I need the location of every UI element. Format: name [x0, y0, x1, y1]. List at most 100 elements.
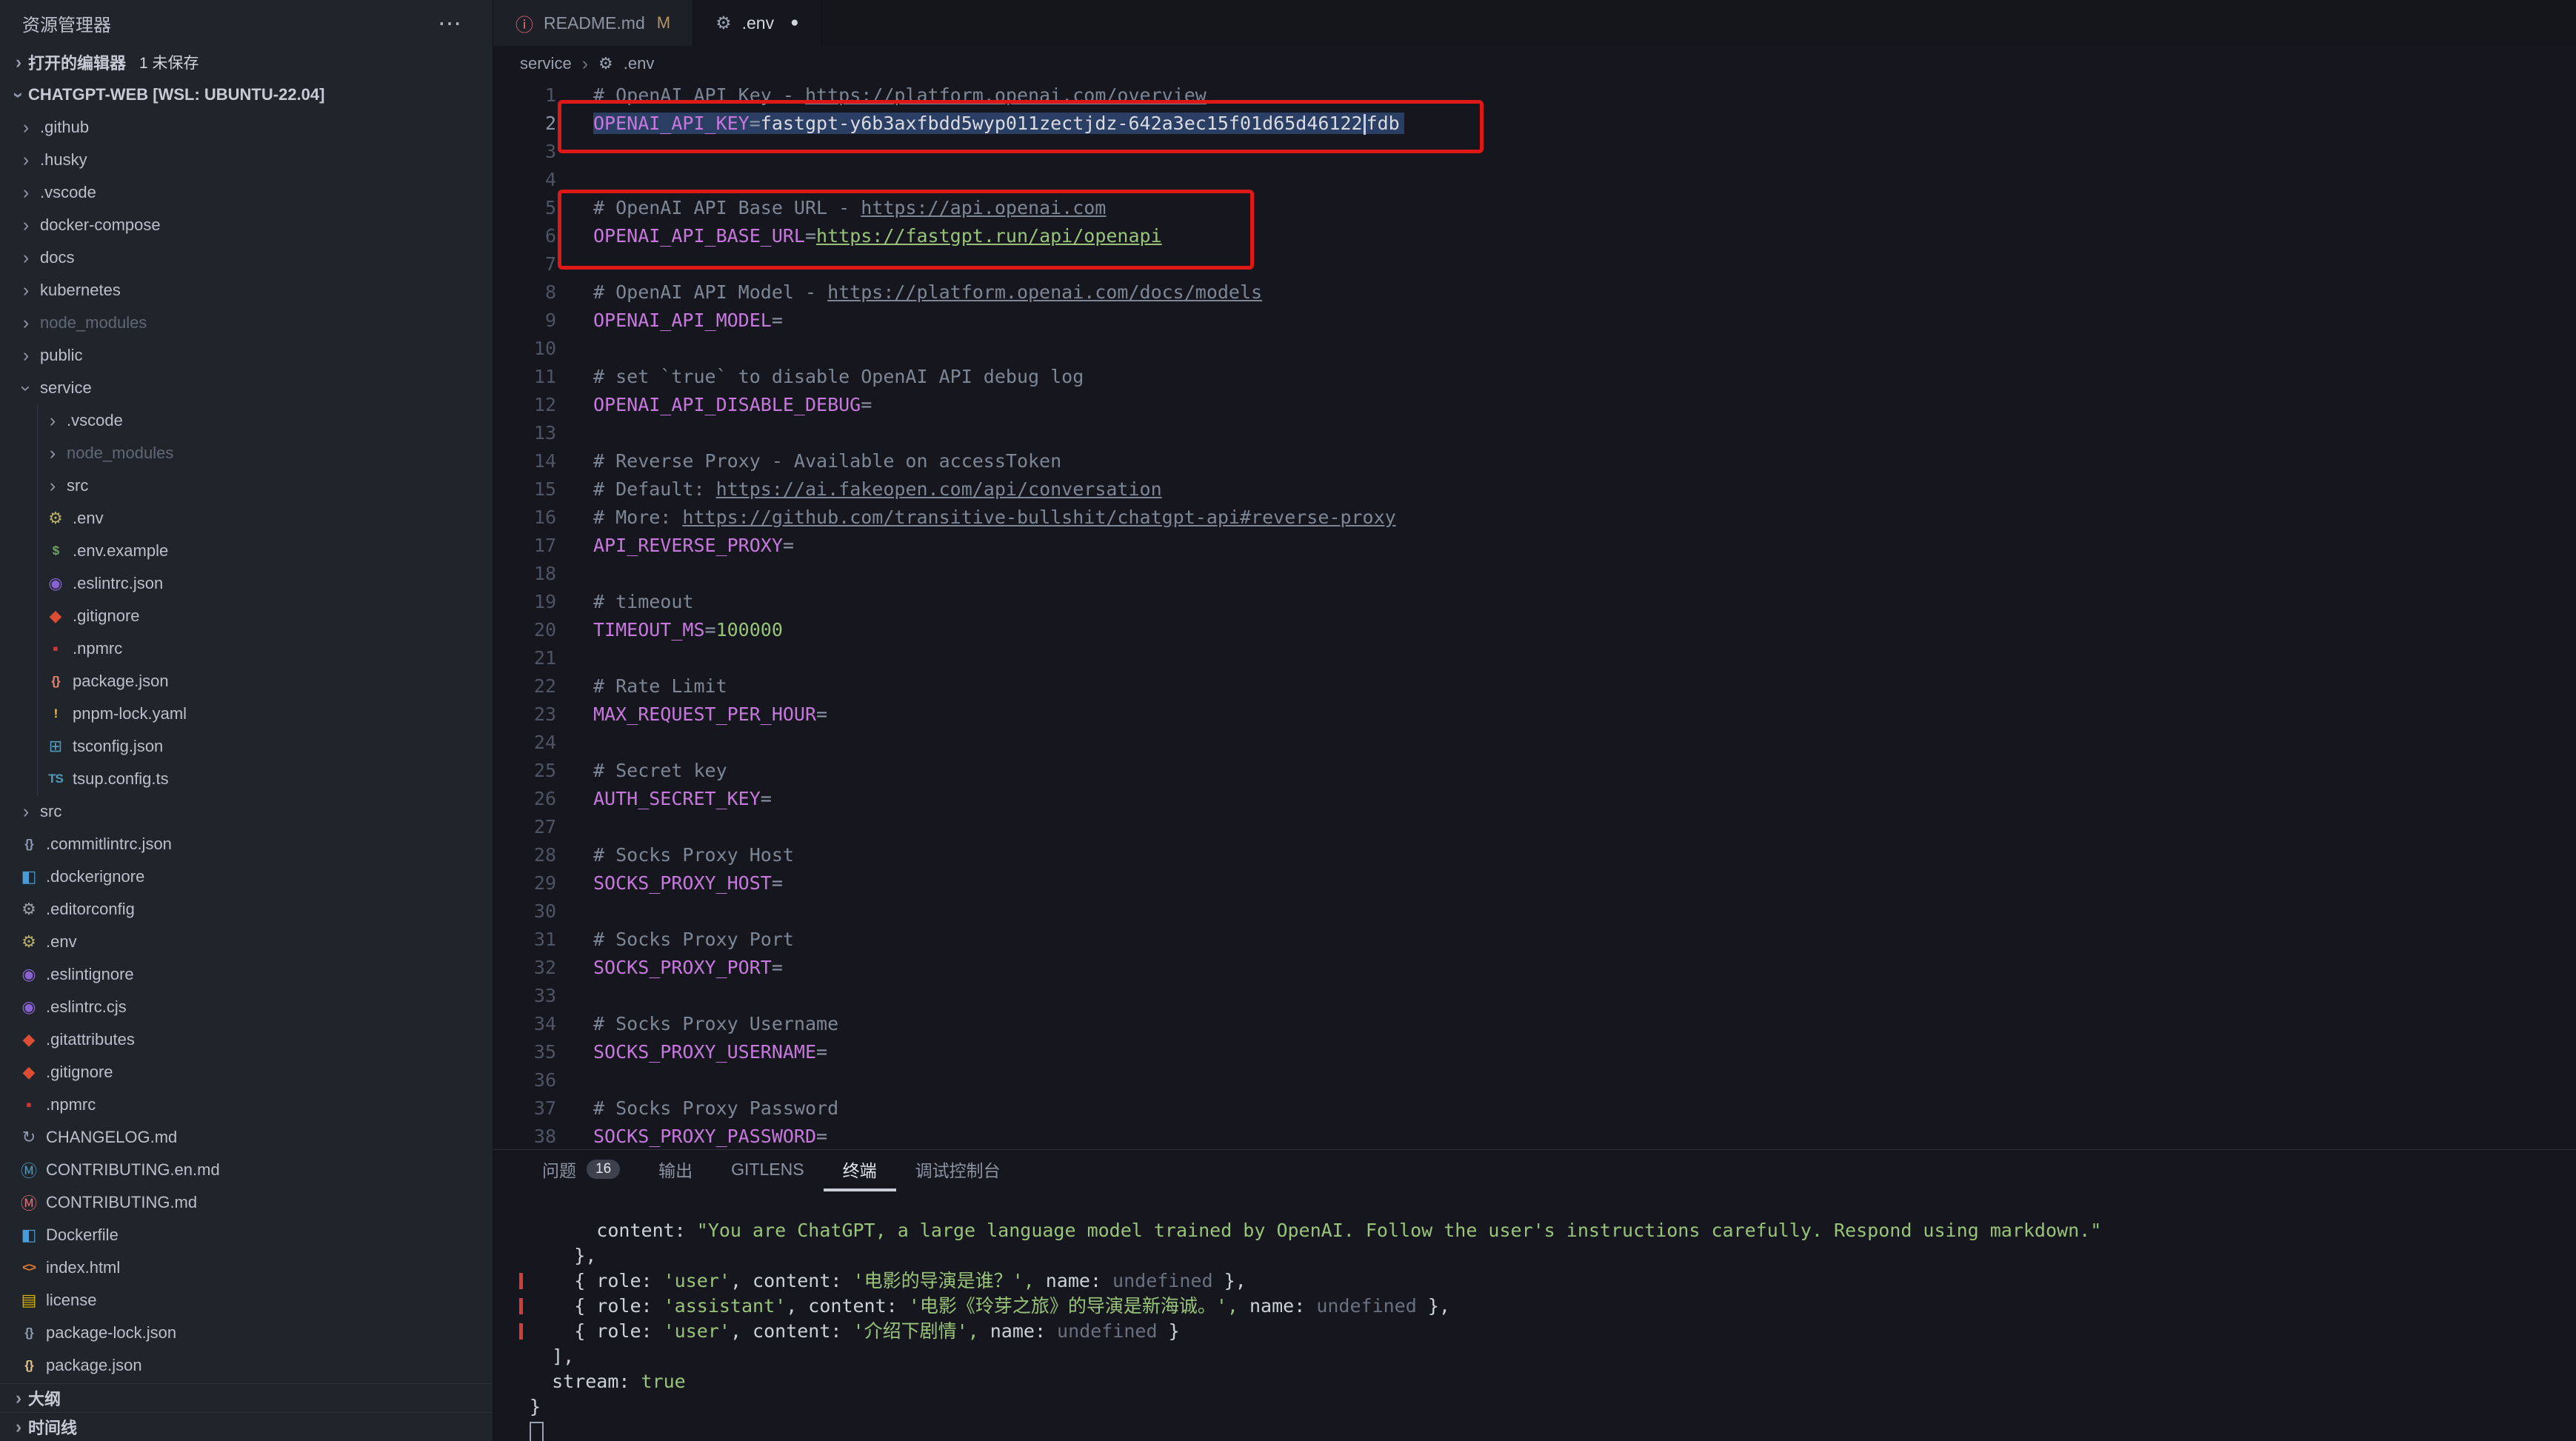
tree-item--npmrc[interactable]: ▪.npmrc — [0, 632, 493, 665]
tree-item--eslintignore[interactable]: ◉.eslintignore — [0, 958, 493, 991]
code-editor[interactable]: 1# OpenAI API Key - https://platform.ope… — [493, 81, 2576, 1149]
line-number: 27 — [493, 813, 556, 841]
breadcrumb-folder[interactable]: service — [520, 54, 572, 73]
more-actions-icon[interactable]: ⋯ — [438, 9, 463, 37]
tree-item-dockerfile[interactable]: ◧Dockerfile — [0, 1219, 493, 1251]
tree-item-node-modules[interactable]: ›node_modules — [0, 307, 493, 339]
terminal-output[interactable]: content: "You are ChatGPT, a large langu… — [493, 1191, 2576, 1441]
tree-item-service[interactable]: ›service — [0, 372, 493, 404]
line-number: 17 — [493, 532, 556, 560]
code-line[interactable]: 15# Default: https://ai.fakeopen.com/api… — [493, 475, 2576, 504]
code-line[interactable]: 12OPENAI_API_DISABLE_DEBUG= — [493, 391, 2576, 419]
code-line[interactable]: 24 — [493, 729, 2576, 757]
code-line[interactable]: 33 — [493, 982, 2576, 1010]
tree-item-tsup-config-ts[interactable]: TStsup.config.ts — [0, 763, 493, 795]
code-line[interactable]: 29SOCKS_PROXY_HOST= — [493, 869, 2576, 897]
tree-item--env[interactable]: ⚙.env — [0, 926, 493, 958]
code-line[interactable]: 38SOCKS_PROXY_PASSWORD= — [493, 1123, 2576, 1149]
tree-item--env[interactable]: ⚙.env — [0, 502, 493, 535]
code-line[interactable]: 25# Secret key — [493, 757, 2576, 785]
open-editors-section[interactable]: › 打开的编辑器 1 未保存 — [0, 46, 493, 78]
code-line[interactable]: 11# set `true` to disable OpenAI API deb… — [493, 363, 2576, 391]
code-line[interactable]: 27 — [493, 813, 2576, 841]
tree-item-package-json[interactable]: {}package.json — [0, 1349, 493, 1382]
code-line[interactable]: 4 — [493, 166, 2576, 194]
code-line[interactable]: 7 — [493, 250, 2576, 278]
line-number: 30 — [493, 897, 556, 926]
code-line[interactable]: 31# Socks Proxy Port — [493, 926, 2576, 954]
code-line[interactable]: 21 — [493, 644, 2576, 672]
tab--env[interactable]: ⚙.env● — [693, 0, 821, 46]
tree-item-index-html[interactable]: <>index.html — [0, 1251, 493, 1284]
code-line[interactable]: 32SOCKS_PROXY_PORT= — [493, 954, 2576, 982]
tab-readme-md[interactable]: ⓘREADME.mdM — [493, 0, 693, 46]
tree-item-package-lock-json[interactable]: {}package-lock.json — [0, 1317, 493, 1349]
code-line[interactable]: 28# Socks Proxy Host — [493, 841, 2576, 869]
code-line[interactable]: 5# OpenAI API Base URL - https://api.ope… — [493, 194, 2576, 222]
tree-item--dockerignore[interactable]: ◧.dockerignore — [0, 860, 493, 893]
tree-item-public[interactable]: ›public — [0, 339, 493, 372]
tree-item--eslintrc-json[interactable]: ◉.eslintrc.json — [0, 567, 493, 600]
code-line[interactable]: 22# Rate Limit — [493, 672, 2576, 701]
code-line[interactable]: 30 — [493, 897, 2576, 926]
tree-item-pnpm-lock-yaml[interactable]: !pnpm-lock.yaml — [0, 698, 493, 730]
code-line[interactable]: 2OPENAI_API_KEY=fastgpt-y6b3axfbdd5wyp01… — [493, 110, 2576, 138]
code-line[interactable]: 3 — [493, 138, 2576, 166]
code-line[interactable]: 23MAX_REQUEST_PER_HOUR= — [493, 701, 2576, 729]
panel-tab-gitlens[interactable]: GITLENS — [712, 1150, 823, 1191]
project-section-header[interactable]: › CHATGPT-WEB [WSL: UBUNTU-22.04] — [0, 78, 493, 111]
tree-item-contributing-md[interactable]: ⓂCONTRIBUTING.md — [0, 1186, 493, 1219]
code-line[interactable]: 20TIMEOUT_MS=100000 — [493, 616, 2576, 644]
code-line[interactable]: 6OPENAI_API_BASE_URL=https://fastgpt.run… — [493, 222, 2576, 250]
tree-item-label: .eslintrc.json — [73, 574, 163, 593]
panel-tab-输出[interactable]: 输出 — [639, 1150, 712, 1191]
tree-item--github[interactable]: ›.github — [0, 111, 493, 144]
tree-item--eslintrc-cjs[interactable]: ◉.eslintrc.cjs — [0, 991, 493, 1023]
tree-item-license[interactable]: ▤license — [0, 1284, 493, 1317]
tree-item-changelog-md[interactable]: ↻CHANGELOG.md — [0, 1121, 493, 1154]
timeline-section[interactable]: › 时间线 — [0, 1412, 493, 1441]
tree-item-contributing-en-md[interactable]: ⓂCONTRIBUTING.en.md — [0, 1154, 493, 1186]
tree-item-src[interactable]: ›src — [0, 469, 493, 502]
tree-item--husky[interactable]: ›.husky — [0, 144, 493, 176]
code-line[interactable]: 8# OpenAI API Model - https://platform.o… — [493, 278, 2576, 307]
code-line[interactable]: 17API_REVERSE_PROXY= — [493, 532, 2576, 560]
code-line[interactable]: 19# timeout — [493, 588, 2576, 616]
tree-item-docker-compose[interactable]: ›docker-compose — [0, 209, 493, 241]
tree-item--vscode[interactable]: ›.vscode — [0, 404, 493, 437]
code-line[interactable]: 34# Socks Proxy Username — [493, 1010, 2576, 1038]
code-line[interactable]: 35SOCKS_PROXY_USERNAME= — [493, 1038, 2576, 1066]
tree-item-tsconfig-json[interactable]: ⊞tsconfig.json — [0, 730, 493, 763]
breadcrumb[interactable]: service › ⚙ .env — [493, 46, 2576, 81]
panel-tab-问题[interactable]: 问题16 — [523, 1150, 639, 1191]
tree-item-package-json[interactable]: {}package.json — [0, 665, 493, 698]
breadcrumb-file[interactable]: .env — [624, 54, 655, 73]
code-line[interactable]: 9OPENAI_API_MODEL= — [493, 307, 2576, 335]
tree-item-kubernetes[interactable]: ›kubernetes — [0, 274, 493, 307]
line-content: MAX_REQUEST_PER_HOUR= — [556, 701, 827, 729]
code-line[interactable]: 13 — [493, 419, 2576, 447]
code-line[interactable]: 16# More: https://github.com/transitive-… — [493, 504, 2576, 532]
tree-item--gitignore[interactable]: ◆.gitignore — [0, 600, 493, 632]
tree-item-src[interactable]: ›src — [0, 795, 493, 828]
code-line[interactable]: 10 — [493, 335, 2576, 363]
tree-item--env-example[interactable]: $.env.example — [0, 535, 493, 567]
tree-item--vscode[interactable]: ›.vscode — [0, 176, 493, 209]
outline-section[interactable]: › 大纲 — [0, 1383, 493, 1412]
code-line[interactable]: 36 — [493, 1066, 2576, 1094]
tree-item--gitignore[interactable]: ◆.gitignore — [0, 1056, 493, 1089]
panel-tab-终端[interactable]: 终端 — [824, 1150, 896, 1191]
tree-item--gitattributes[interactable]: ◆.gitattributes — [0, 1023, 493, 1056]
panel-tab-调试控制台[interactable]: 调试控制台 — [896, 1150, 1020, 1191]
code-line[interactable]: 37# Socks Proxy Password — [493, 1094, 2576, 1123]
code-line[interactable]: 26AUTH_SECRET_KEY= — [493, 785, 2576, 813]
tree-item-docs[interactable]: ›docs — [0, 241, 493, 274]
line-text: SOCKS_PROXY_PORT= — [593, 957, 783, 978]
tree-item--npmrc[interactable]: ▪.npmrc — [0, 1089, 493, 1121]
code-line[interactable]: 1# OpenAI API Key - https://platform.ope… — [493, 81, 2576, 110]
code-line[interactable]: 14# Reverse Proxy - Available on accessT… — [493, 447, 2576, 475]
tree-item--commitlintrc-json[interactable]: {}.commitlintrc.json — [0, 828, 493, 860]
code-line[interactable]: 18 — [493, 560, 2576, 588]
tree-item-node-modules[interactable]: ›node_modules — [0, 437, 493, 469]
tree-item--editorconfig[interactable]: ⚙.editorconfig — [0, 893, 493, 926]
